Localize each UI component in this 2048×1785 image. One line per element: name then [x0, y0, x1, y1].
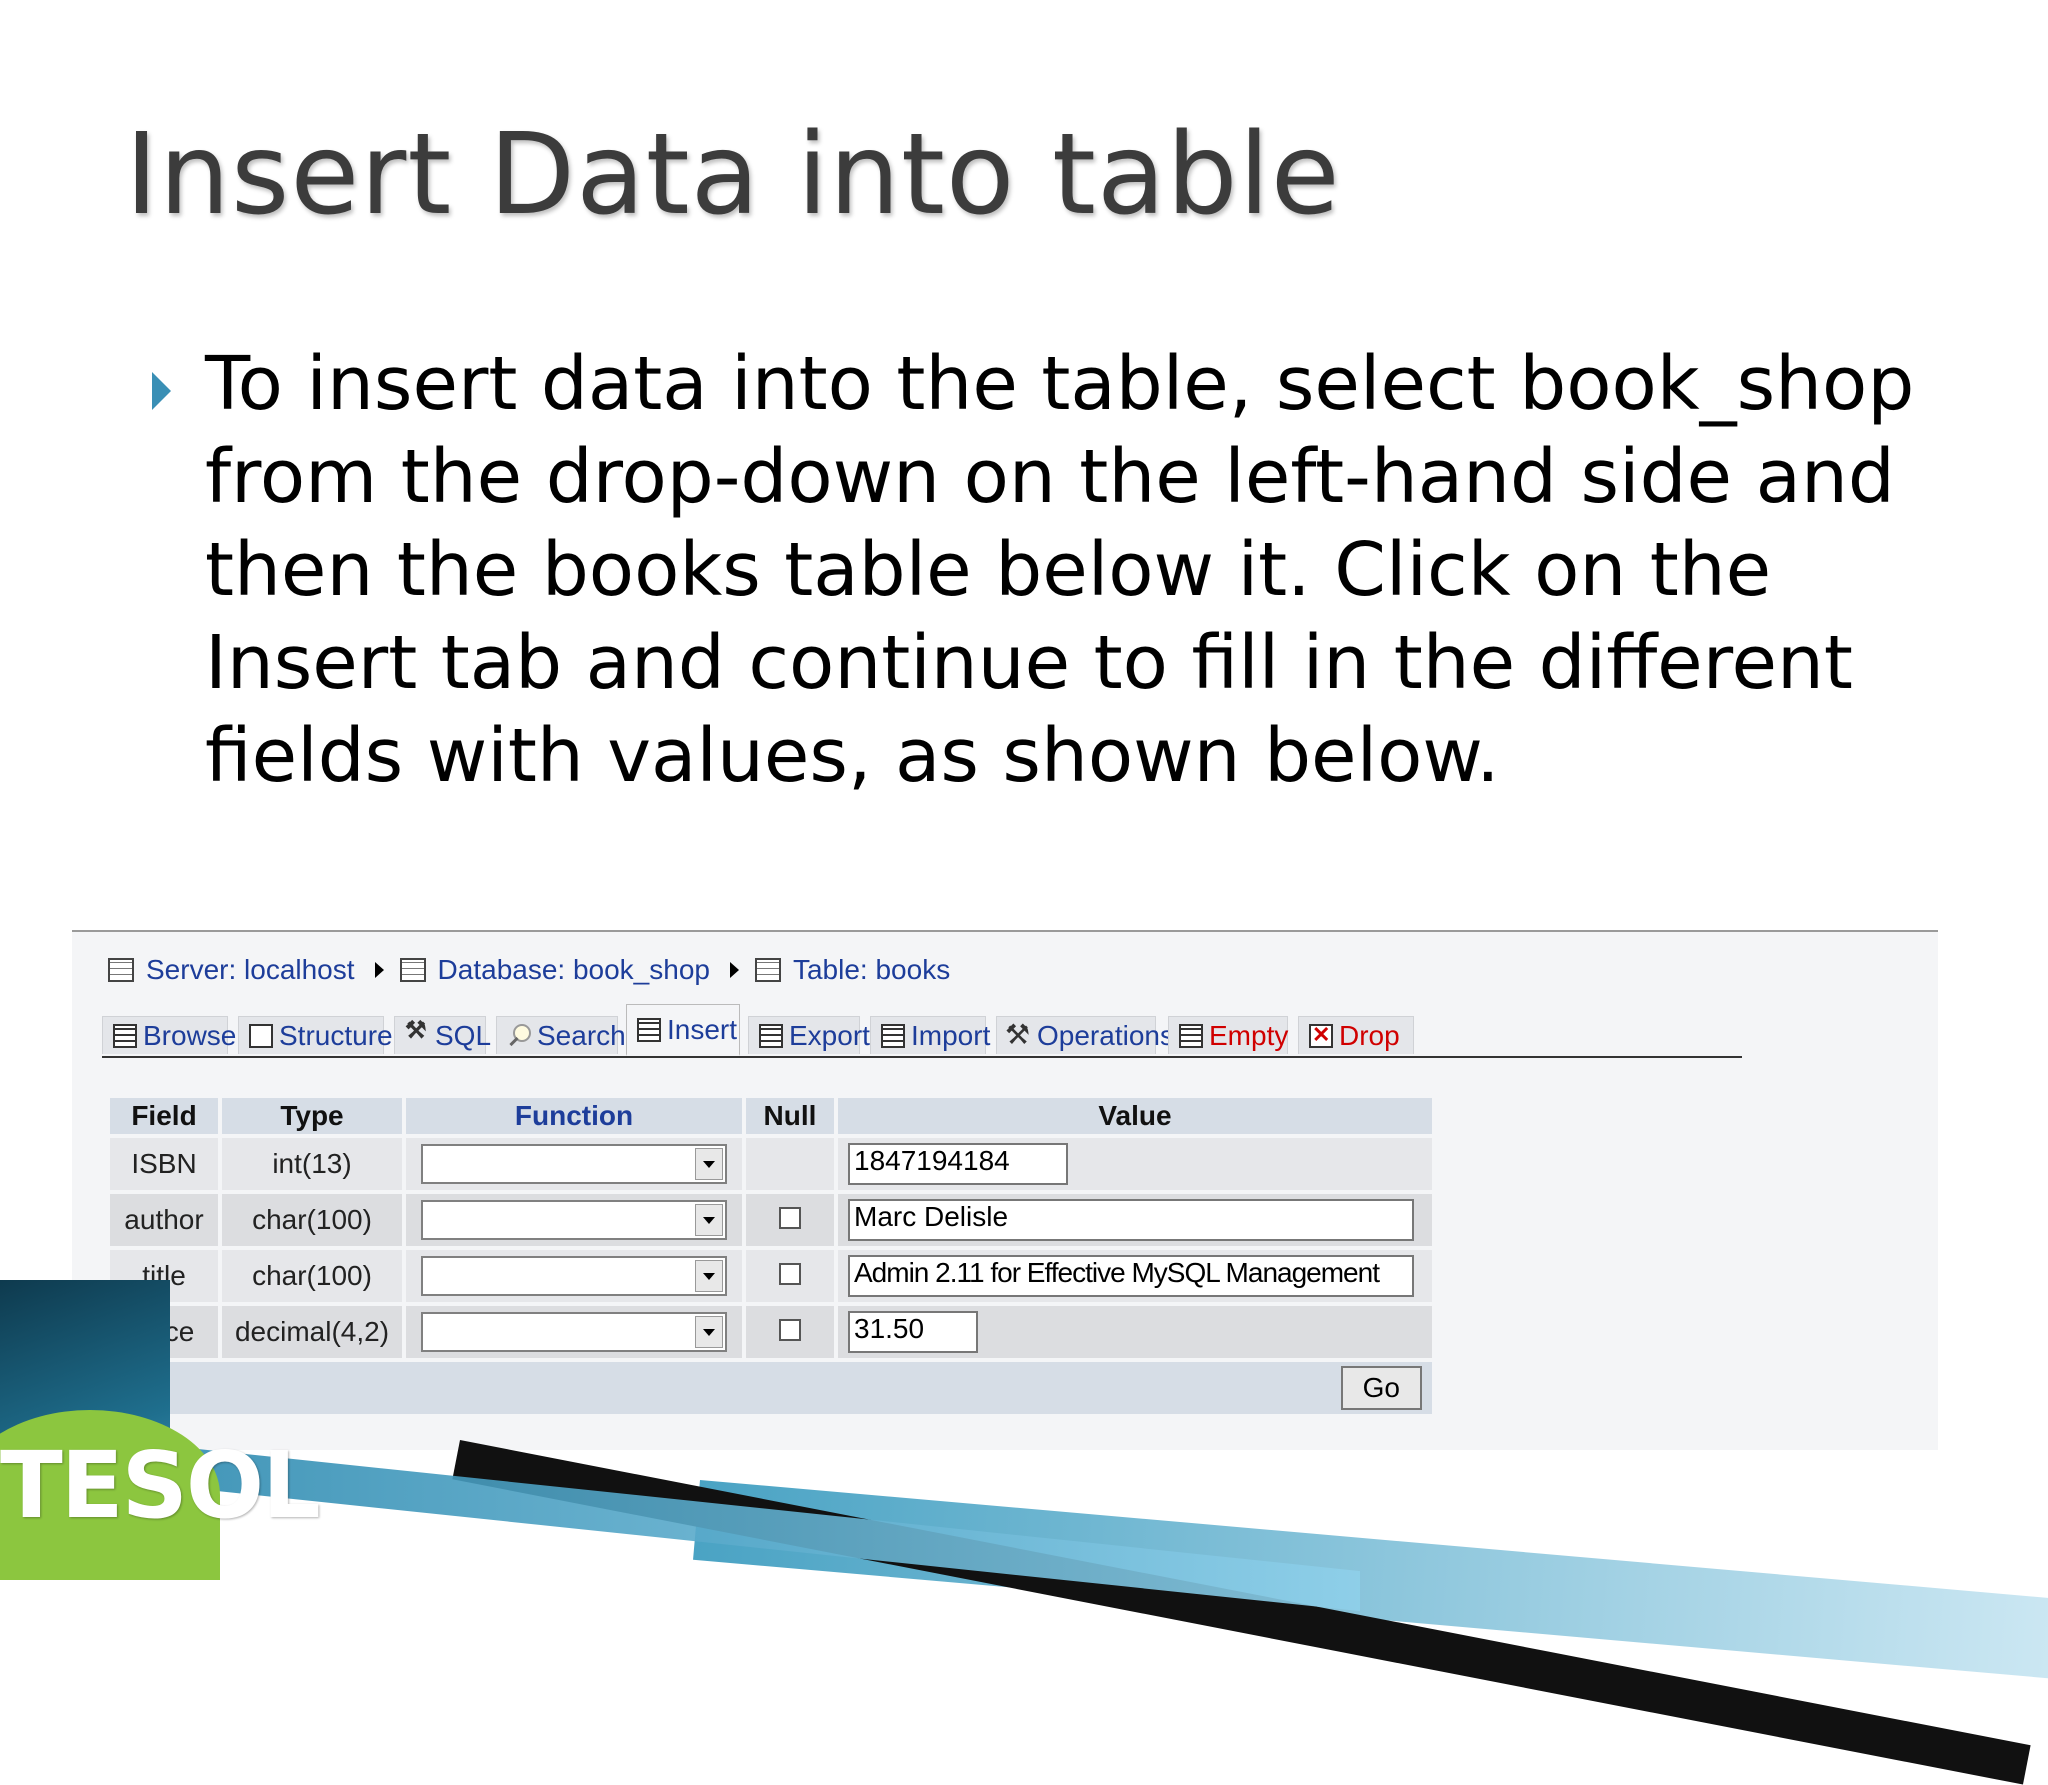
- import-icon: [881, 1023, 905, 1048]
- null-checkbox[interactable]: [779, 1207, 801, 1229]
- chevron-down-icon[interactable]: [695, 1204, 723, 1236]
- field-name: ISBN: [110, 1138, 218, 1190]
- tab-browse[interactable]: Browse: [102, 1016, 236, 1054]
- function-cell: [406, 1138, 742, 1190]
- search-icon: [507, 1023, 531, 1048]
- empty-icon: [1179, 1023, 1203, 1048]
- sql-icon: [405, 1016, 429, 1048]
- function-select[interactable]: [421, 1312, 727, 1352]
- field-type: int(13): [222, 1138, 402, 1190]
- function-select[interactable]: [421, 1144, 727, 1184]
- table-row: title char(100) Admin 2.11 for Effective…: [110, 1250, 1432, 1302]
- column-header-field: Field: [110, 1098, 218, 1134]
- tab-browse-label: Browse: [143, 1019, 237, 1051]
- drop-icon: [1309, 1022, 1333, 1048]
- chevron-down-icon[interactable]: [695, 1148, 723, 1180]
- function-cell: [406, 1250, 742, 1302]
- column-header-null: Null: [746, 1098, 834, 1134]
- column-header-function[interactable]: Function: [406, 1098, 742, 1134]
- insert-form-table: Field Type Function Null Value ISBN int(…: [106, 1094, 1436, 1418]
- value-cell: 1847194184: [838, 1138, 1432, 1190]
- tab-export[interactable]: Export: [748, 1016, 870, 1054]
- tab-sql-label: SQL: [435, 1019, 492, 1051]
- table-row: author char(100) Marc Delisle: [110, 1194, 1432, 1246]
- database-icon: [399, 958, 426, 982]
- tab-operations[interactable]: Operations: [996, 1016, 1174, 1054]
- null-cell: [746, 1250, 834, 1302]
- operations-icon: [1005, 1018, 1031, 1051]
- column-header-type: Type: [222, 1098, 402, 1134]
- tab-empty-label: Empty: [1209, 1019, 1289, 1051]
- table-header-row: Field Type Function Null Value: [110, 1098, 1432, 1134]
- table-icon: [754, 958, 781, 982]
- author-value-input[interactable]: Marc Delisle: [848, 1199, 1414, 1241]
- breadcrumb-server-label: Server: localhost: [146, 954, 355, 985]
- function-cell: [406, 1194, 742, 1246]
- column-header-value: Value: [838, 1098, 1432, 1134]
- function-select[interactable]: [421, 1256, 727, 1296]
- table-row: price decimal(4,2) 31.50: [110, 1306, 1432, 1358]
- chevron-down-icon[interactable]: [695, 1260, 723, 1292]
- isbn-value-input[interactable]: 1847194184: [848, 1143, 1068, 1185]
- tab-import-label: Import: [911, 1019, 991, 1051]
- null-checkbox[interactable]: [779, 1263, 801, 1285]
- tab-sql[interactable]: SQL: [394, 1016, 491, 1054]
- null-checkbox[interactable]: [779, 1319, 801, 1341]
- breadcrumb-table-label: Table: books: [792, 954, 951, 985]
- server-icon: [108, 958, 134, 982]
- value-cell: Marc Delisle: [838, 1194, 1432, 1246]
- tab-export-label: Export: [789, 1019, 870, 1051]
- field-type: char(100): [222, 1194, 402, 1246]
- slide-title: Insert Data into table: [125, 110, 1341, 240]
- value-cell: Admin 2.11 for Effective MySQL Managemen…: [838, 1250, 1432, 1302]
- breadcrumb-arrow-icon: [729, 962, 739, 978]
- breadcrumb: Server: localhost Database: book_shop Ta…: [108, 950, 964, 990]
- breadcrumb-database[interactable]: Database: book_shop: [399, 954, 710, 986]
- phpmyadmin-screenshot: Server: localhost Database: book_shop Ta…: [72, 930, 1938, 1450]
- export-icon: [759, 1023, 783, 1048]
- title-value-input[interactable]: Admin 2.11 for Effective MySQL Managemen…: [848, 1255, 1414, 1297]
- breadcrumb-database-label: Database: book_shop: [437, 954, 710, 985]
- tab-structure[interactable]: Structure: [238, 1016, 393, 1054]
- chevron-down-icon[interactable]: [695, 1316, 723, 1348]
- form-footer-cell: Go: [110, 1362, 1432, 1414]
- tesol-logo: TESOL: [0, 1432, 321, 1539]
- insert-icon: [637, 1017, 661, 1042]
- go-button[interactable]: Go: [1340, 1366, 1422, 1410]
- field-type: decimal(4,2): [222, 1306, 402, 1358]
- table-row: ISBN int(13) 1847194184: [110, 1138, 1432, 1190]
- form-footer-row: Go: [110, 1362, 1432, 1414]
- tab-empty[interactable]: Empty: [1168, 1016, 1288, 1054]
- field-type: char(100): [222, 1250, 402, 1302]
- tab-bar: Browse Structure SQL Search Insert Expor…: [102, 1004, 1742, 1058]
- null-cell: [746, 1138, 834, 1190]
- bullet-text: To insert data into the table, select bo…: [205, 341, 1915, 799]
- null-cell: [746, 1306, 834, 1358]
- field-name: author: [110, 1194, 218, 1246]
- value-cell: 31.50: [838, 1306, 1432, 1358]
- tab-search[interactable]: Search: [496, 1016, 626, 1054]
- function-cell: [406, 1306, 742, 1358]
- tab-drop-label: Drop: [1339, 1019, 1400, 1051]
- function-select[interactable]: [421, 1200, 727, 1240]
- bullet-arrow-icon: [152, 372, 171, 410]
- tab-search-label: Search: [537, 1019, 626, 1051]
- tab-import[interactable]: Import: [870, 1016, 990, 1054]
- tab-operations-label: Operations: [1037, 1019, 1174, 1051]
- breadcrumb-server[interactable]: Server: localhost: [108, 954, 355, 986]
- null-cell: [746, 1194, 834, 1246]
- structure-icon: [249, 1023, 273, 1048]
- tab-drop[interactable]: Drop: [1298, 1016, 1414, 1054]
- tab-insert[interactable]: Insert: [626, 1004, 740, 1056]
- browse-icon: [113, 1023, 137, 1048]
- tab-insert-label: Insert: [667, 1013, 738, 1045]
- breadcrumb-arrow-icon: [374, 962, 384, 978]
- tab-structure-label: Structure: [279, 1019, 393, 1051]
- price-value-input[interactable]: 31.50: [848, 1311, 978, 1353]
- breadcrumb-table[interactable]: Table: books: [754, 954, 951, 986]
